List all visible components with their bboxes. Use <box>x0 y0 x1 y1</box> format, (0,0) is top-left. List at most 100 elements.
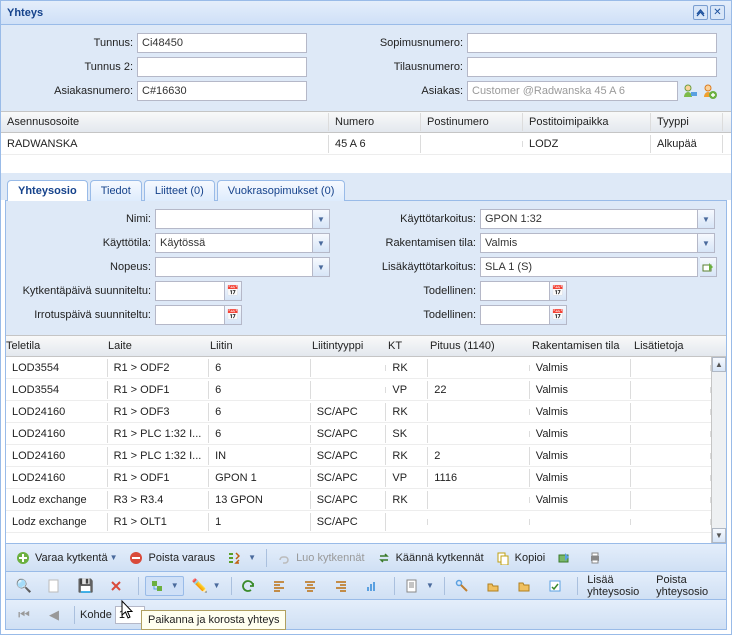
asiakasnro-label: Asiakasnumero: <box>7 85 137 97</box>
connection-row[interactable]: LOD24160R1 > PLC 1:32 I...INSC/APCRK2Val… <box>6 445 711 467</box>
close-button[interactable]: ✕ <box>710 5 725 20</box>
addr-hdr-numero[interactable]: Numero <box>329 113 421 131</box>
note-icon <box>548 578 564 594</box>
connection-row[interactable]: Lodz exchangeR1 > OLT11SC/APC <box>6 511 711 533</box>
nimi-input[interactable] <box>155 209 313 229</box>
delete-icon <box>109 578 125 594</box>
tool4-button[interactable] <box>544 576 571 596</box>
addr-hdr-postitoimipaikka[interactable]: Postitoimipaikka <box>523 113 651 131</box>
g2-hdr-teletila[interactable]: Teletila <box>6 340 108 352</box>
varaa-label: Varaa kytkentä <box>35 552 108 564</box>
g2-hdr-pituus[interactable]: Pituus (1140) <box>430 340 532 352</box>
prev-page-button[interactable]: ◀ <box>42 605 69 625</box>
addr-hdr-postinumero[interactable]: Postinumero <box>421 113 523 131</box>
grid-scrollbar[interactable]: ▲ ▼ <box>711 357 726 543</box>
tod1-datepicker[interactable]: 📅 <box>550 281 567 301</box>
tab-tiedot[interactable]: Tiedot <box>90 180 142 201</box>
kaanna-kytkennat-button[interactable]: Käännä kytkennät <box>373 548 488 568</box>
connection-row[interactable]: LOD24160R1 > ODF36SC/APCRKValmis <box>6 401 711 423</box>
kytk-datepicker[interactable]: 📅 <box>225 281 242 301</box>
irro-datepicker[interactable]: 📅 <box>225 305 242 325</box>
export-button[interactable] <box>553 548 580 568</box>
raktila-input[interactable] <box>480 233 698 253</box>
connection-row[interactable]: LOD3554R1 > ODF26RKValmis <box>6 357 711 379</box>
addr-hdr-tyyppi[interactable]: Tyyppi <box>651 113 723 131</box>
print-button[interactable] <box>584 548 611 568</box>
address-row[interactable]: RADWANSKA 45 A 6 LODZ Alkupää <box>1 133 731 155</box>
connection-cell <box>631 475 711 481</box>
tod2-datepicker[interactable]: 📅 <box>550 305 567 325</box>
kaytto-input[interactable] <box>480 209 698 229</box>
tool3-button[interactable] <box>513 576 540 596</box>
tool2-button[interactable] <box>482 576 509 596</box>
g2-hdr-kt[interactable]: KT <box>388 340 430 352</box>
scroll-down-icon[interactable]: ▼ <box>712 528 726 543</box>
lisak-input[interactable] <box>480 257 698 277</box>
lisaa-yhteysosio-button[interactable]: Lisää yhteysosio <box>583 576 648 596</box>
raktila-dropdown[interactable]: ▼ <box>698 233 715 253</box>
tab-vuokrasopimukset[interactable]: Vuokrasopimukset (0) <box>217 180 346 201</box>
nopeus-dropdown[interactable]: ▼ <box>313 257 330 277</box>
kopioi-button[interactable]: Kopioi <box>492 548 550 568</box>
tunnus2-input[interactable] <box>137 57 307 77</box>
sopimus-input[interactable] <box>467 33 717 53</box>
g2-hdr-liitintyyppi[interactable]: Liitintyyppi <box>312 340 388 352</box>
align-center-button[interactable] <box>299 576 326 596</box>
doc-menu-button[interactable]: ▼ <box>401 576 438 596</box>
nimi-dropdown[interactable]: ▼ <box>313 209 330 229</box>
connection-cell: LOD3554 <box>6 359 108 377</box>
new-button[interactable] <box>43 576 70 596</box>
arrange-button[interactable]: ▼ <box>223 548 260 568</box>
connection-cell: R1 > PLC 1:32 I... <box>108 425 210 443</box>
g2-hdr-liitin[interactable]: Liitin <box>210 340 312 352</box>
poista-varaus-button[interactable]: Poista varaus <box>125 548 219 568</box>
lisak-action-icon[interactable] <box>700 257 717 277</box>
edit-button[interactable]: ✏️▼ <box>188 576 225 596</box>
connection-cell: VP <box>386 381 428 399</box>
scroll-up-icon[interactable]: ▲ <box>712 357 726 372</box>
connection-row[interactable]: LOD24160R1 > ODF1GPON 1SC/APCVP1116Valmi… <box>6 467 711 489</box>
locate-highlight-button[interactable]: ▼ <box>145 576 184 596</box>
kytk-input[interactable] <box>155 281 225 301</box>
irro-input[interactable] <box>155 305 225 325</box>
connection-cell <box>631 453 711 459</box>
asiakasnro-input[interactable] <box>137 81 307 101</box>
g2-hdr-lisat[interactable]: Lisätietoja <box>634 340 714 352</box>
connection-row[interactable]: LOD24160R1 > PLC 1:32 I...6SC/APCSKValmi… <box>6 423 711 445</box>
connection-row[interactable]: Lodz exchangeR3 > R3.413 GPONSC/APCRKVal… <box>6 489 711 511</box>
poista-yhteysosio-button[interactable]: Poista yhteysosio <box>652 576 720 596</box>
customer-pick-icon[interactable] <box>680 82 698 100</box>
tilaus-input[interactable] <box>467 57 717 77</box>
delete-button[interactable] <box>105 576 132 596</box>
connection-row[interactable]: LOD3554R1 > ODF16VP22Valmis <box>6 379 711 401</box>
collapse-button[interactable] <box>693 5 708 20</box>
align-right-button[interactable] <box>330 576 357 596</box>
tab-liitteet[interactable]: Liitteet (0) <box>144 180 215 201</box>
addr-hdr-asennusosoite[interactable]: Asennusosoite <box>1 113 329 131</box>
tunnus-input[interactable] <box>137 33 307 53</box>
connection-cell <box>311 387 387 393</box>
connection-cell: LOD24160 <box>6 403 108 421</box>
refresh-button[interactable] <box>237 576 264 596</box>
kaytto-dropdown[interactable]: ▼ <box>698 209 715 229</box>
tool1-button[interactable] <box>451 576 478 596</box>
chart-button[interactable] <box>361 576 388 596</box>
asiakas-input[interactable] <box>467 81 678 101</box>
customer-add-icon[interactable] <box>700 82 718 100</box>
save-button[interactable]: 💾 <box>74 576 101 596</box>
nopeus-input[interactable] <box>155 257 313 277</box>
kayttotila-input[interactable] <box>155 233 313 253</box>
tod1-input[interactable] <box>480 281 550 301</box>
tab-yhteysosio[interactable]: Yhteysosio <box>7 180 88 201</box>
align-left-button[interactable] <box>268 576 295 596</box>
connection-cell: 13 GPON <box>209 491 311 509</box>
g2-hdr-laite[interactable]: Laite <box>108 340 210 352</box>
varaa-kytkenta-button[interactable]: Varaa kytkentä ▼ <box>12 548 121 568</box>
g2-hdr-raktila[interactable]: Rakentamisen tila <box>532 340 634 352</box>
luo-kytkennat-button[interactable]: Luo kytkennät <box>273 548 369 568</box>
kayttotila-dropdown[interactable]: ▼ <box>313 233 330 253</box>
search-button[interactable]: 🔍 <box>12 576 39 596</box>
pencil-icon: ✏️ <box>192 578 208 594</box>
first-page-button[interactable]: ⏮ <box>12 605 39 625</box>
tod2-input[interactable] <box>480 305 550 325</box>
